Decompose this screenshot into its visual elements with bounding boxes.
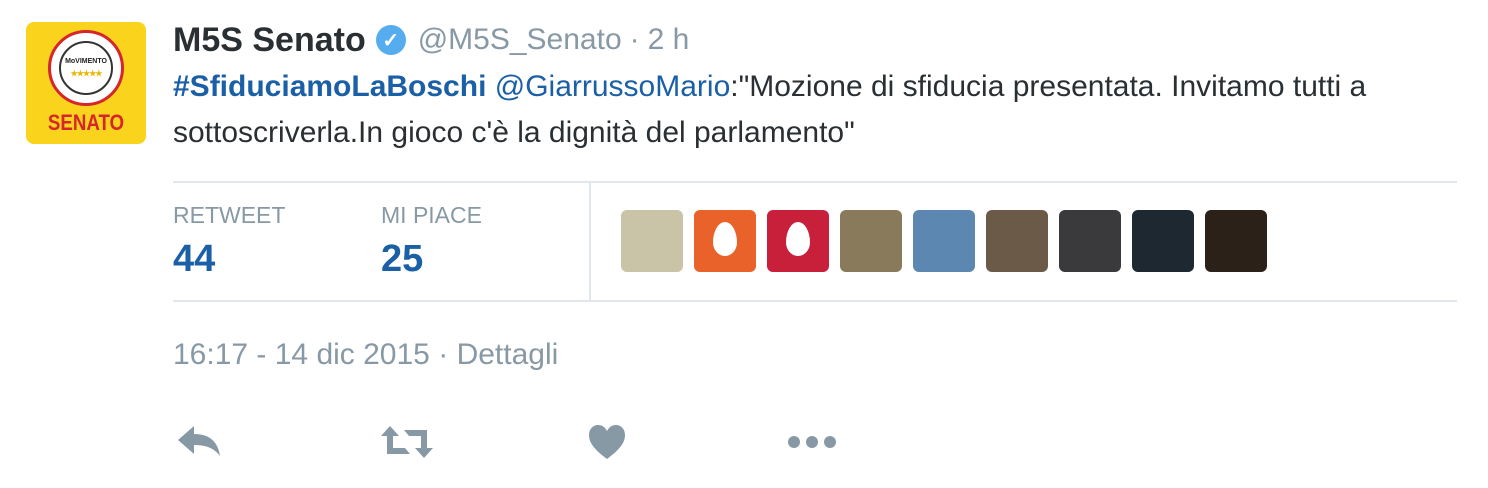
retweet-icon[interactable] [380,424,434,460]
likes-count[interactable]: 25 [381,238,423,281]
divider-top [173,181,1457,183]
tweet-header: M5S Senato ✓ @M5S_Senato · 2 h [173,18,689,62]
default-egg-icon [786,222,810,256]
tweet-text: #SfiduciamoLaBoschi @GiarrussoMario:"Moz… [173,64,1423,156]
liker-avatar[interactable] [1132,210,1194,272]
liker-avatar[interactable] [913,210,975,272]
divider-bottom [173,300,1457,302]
liker-avatar[interactable] [694,210,756,272]
tweet-time-ago[interactable]: 2 h [648,23,690,57]
liker-avatar[interactable] [621,210,683,272]
liker-avatar[interactable] [767,210,829,272]
avatar-stars: ★★★★★ [70,69,103,78]
stats-divider [589,182,591,300]
avatar-label: SENATO [47,110,125,135]
footer-separator: · [438,338,449,371]
profile-avatar[interactable]: MoVIMENTO ★★★★★ SENATO [26,22,146,144]
default-egg-icon [713,222,737,256]
liker-avatars [621,210,1267,272]
hashtag-link[interactable]: #SfiduciamoLaBoschi [173,70,486,103]
liker-avatar[interactable] [986,210,1048,272]
more-icon[interactable] [786,434,838,450]
tweet-footer: 16:17 - 14 dic 2015 · Dettagli [173,338,558,372]
retweet-label[interactable]: RETWEET [173,202,285,229]
movimento-logo: MoVIMENTO ★★★★★ [48,30,124,106]
liker-avatar[interactable] [1205,210,1267,272]
retweet-count[interactable]: 44 [173,238,215,281]
like-icon[interactable] [588,424,626,460]
account-handle[interactable]: @M5S_Senato [418,23,622,57]
liker-avatar[interactable] [1059,210,1121,272]
mention-link[interactable]: @GiarrussoMario [495,70,731,103]
tweet-timestamp[interactable]: 16:17 - 14 dic 2015 [173,338,430,371]
likes-label[interactable]: MI PIACE [381,202,482,229]
avatar-seal-text: MoVIMENTO [65,58,107,65]
details-link[interactable]: Dettagli [457,338,559,371]
reply-icon[interactable] [176,422,222,460]
account-name[interactable]: M5S Senato [173,21,366,60]
liker-avatar[interactable] [840,210,902,272]
verified-icon: ✓ [375,25,406,55]
header-separator: · [629,23,640,56]
